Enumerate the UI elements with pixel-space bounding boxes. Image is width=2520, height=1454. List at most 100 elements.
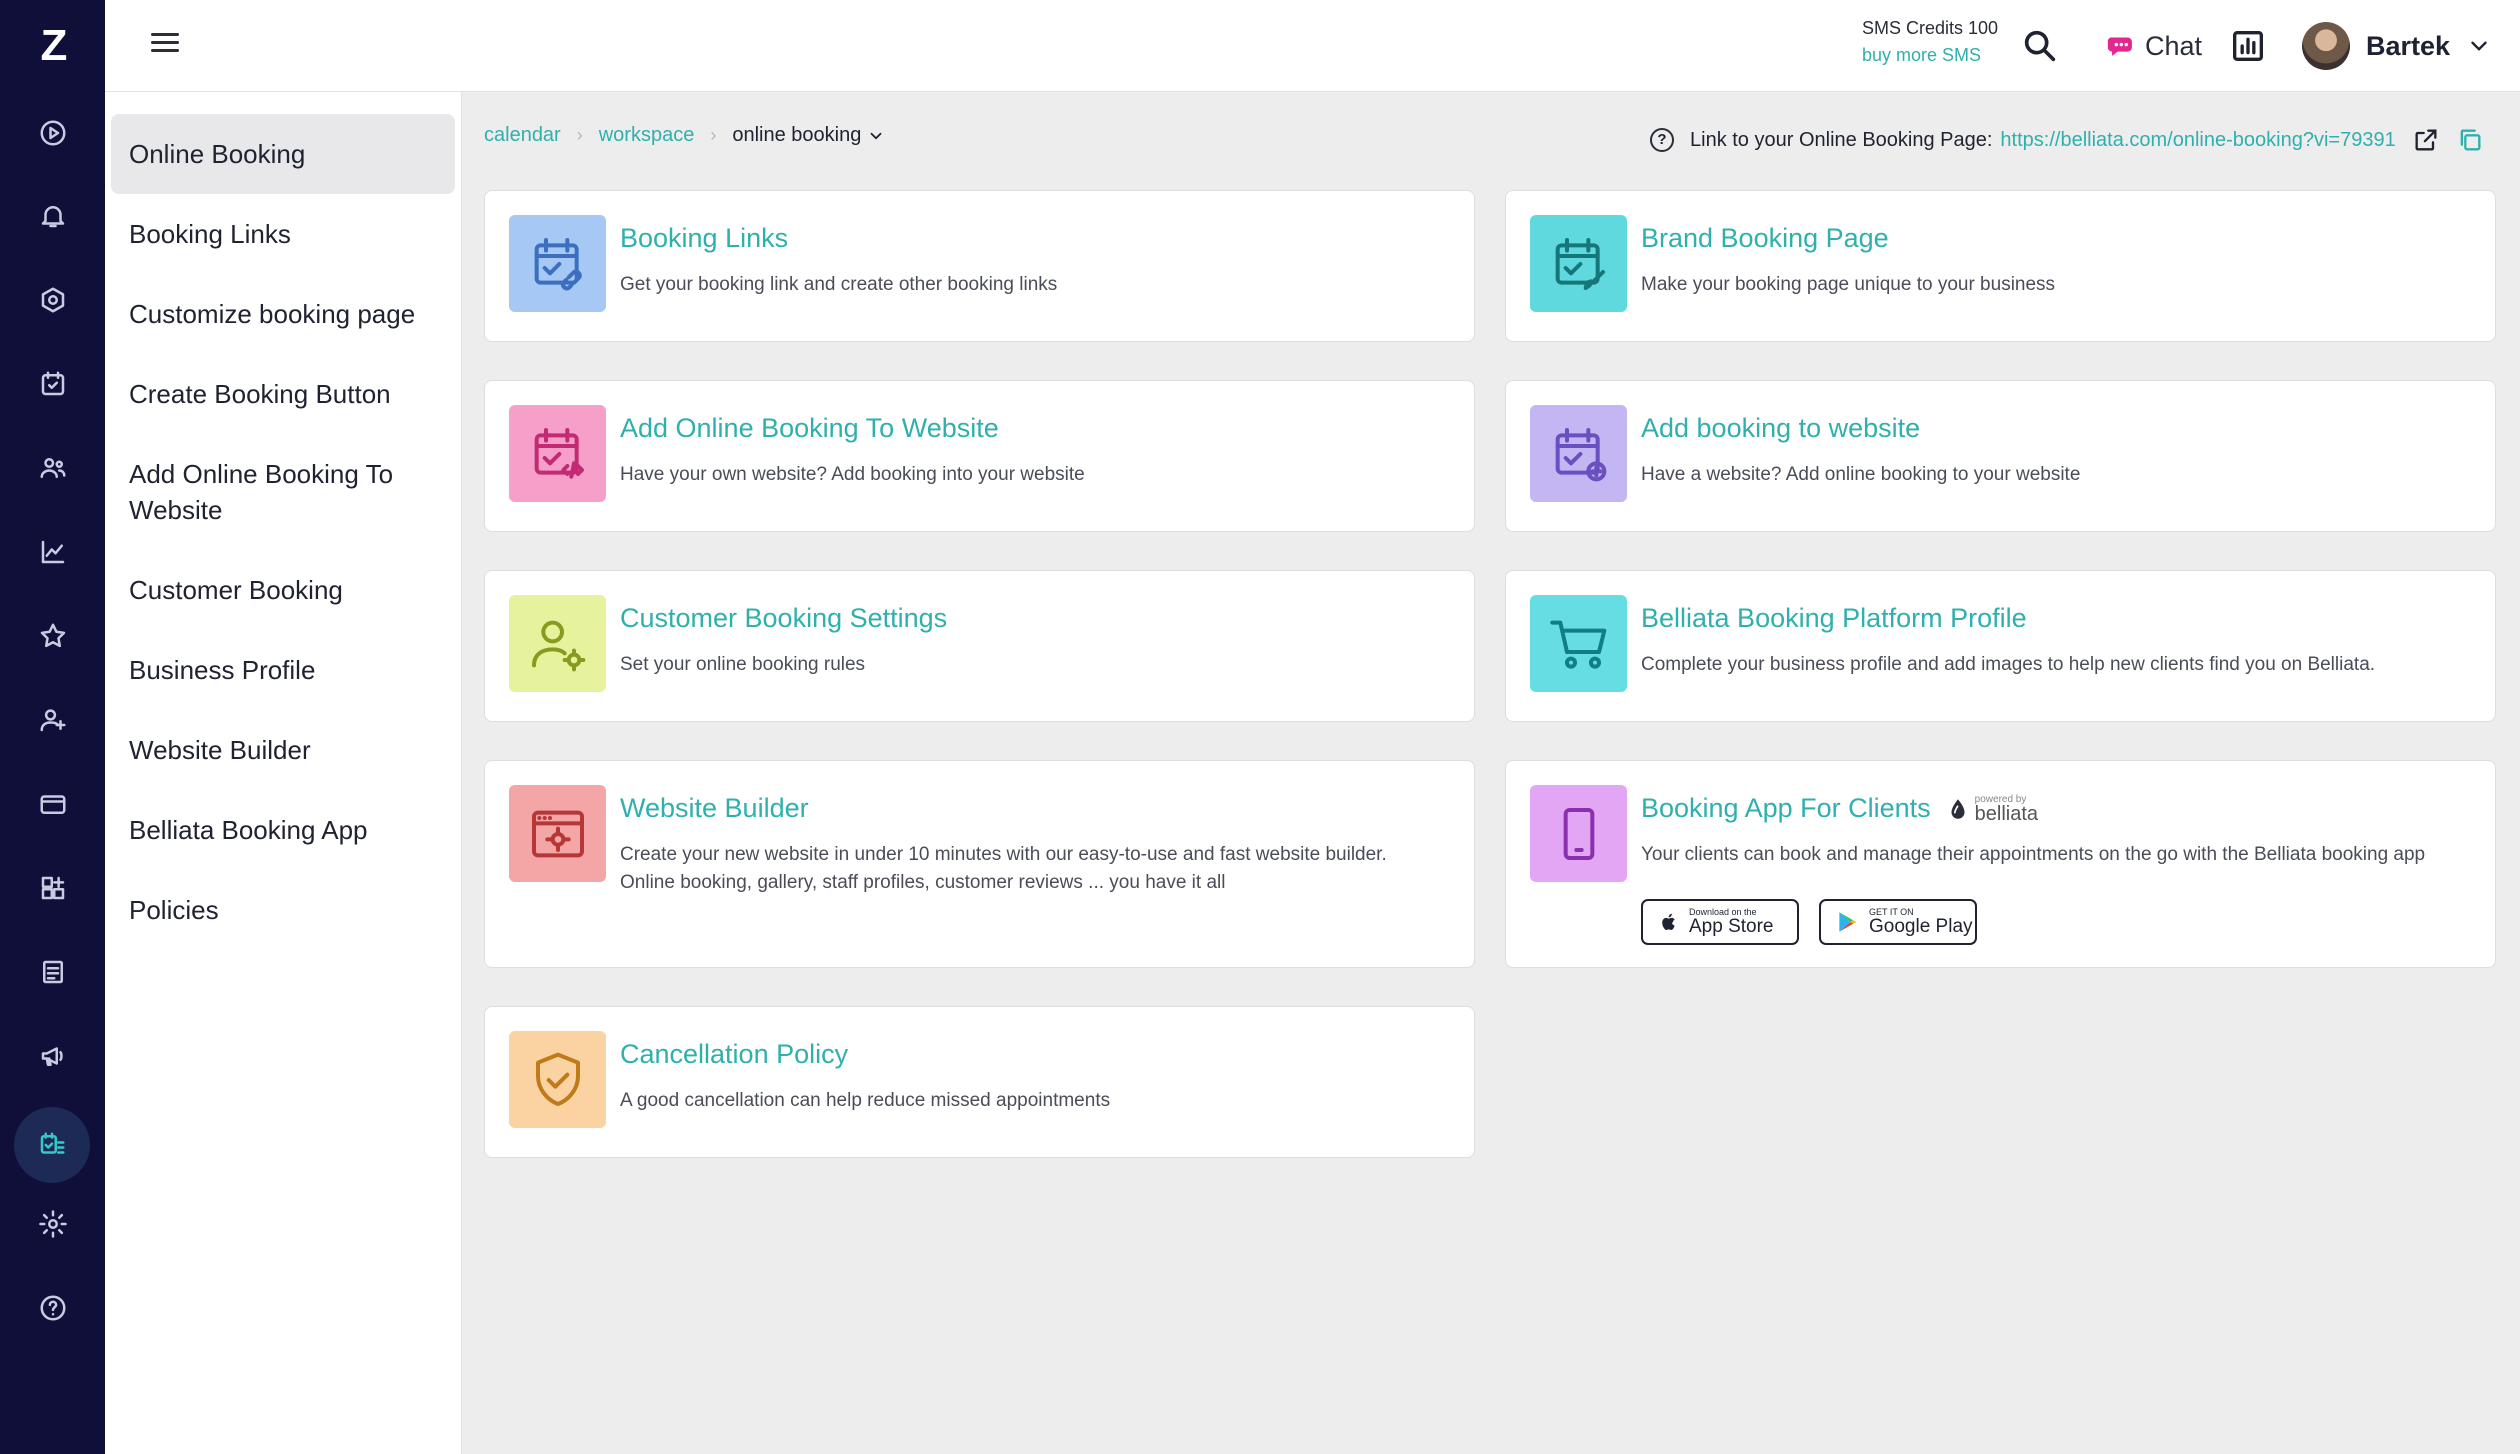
user-name: Bartek bbox=[2366, 30, 2451, 61]
chevron-down-icon bbox=[870, 132, 882, 140]
icon-rail: Z bbox=[0, 0, 105, 1454]
report-icon[interactable] bbox=[2228, 26, 2268, 66]
megaphone-icon[interactable] bbox=[30, 1033, 76, 1079]
submenu-item-business-profile[interactable]: Business Profile bbox=[111, 630, 455, 710]
submenu-item-booking-links[interactable]: Booking Links bbox=[111, 194, 455, 274]
settings-icon[interactable] bbox=[30, 1201, 76, 1247]
card-booking-app-for-clients[interactable]: Booking App For Clients powered by belli… bbox=[1505, 760, 2496, 968]
card-customer-booking-settings[interactable]: Customer Booking Settings Set your onlin… bbox=[484, 570, 1475, 722]
sms-credits-label: SMS Credits 100 bbox=[1862, 18, 1999, 38]
calendar-link-icon bbox=[509, 215, 606, 312]
belliata-logo-icon bbox=[1951, 798, 1965, 819]
submenu-item-policies[interactable]: Policies bbox=[111, 870, 455, 950]
submenu-item-customize-booking-page[interactable]: Customize booking page bbox=[111, 274, 455, 354]
google-play-icon bbox=[1839, 912, 1857, 932]
star-icon[interactable] bbox=[30, 613, 76, 659]
user-gear-icon bbox=[509, 595, 606, 692]
card-title: Add booking to website bbox=[1641, 413, 1921, 443]
card-title: Customer Booking Settings bbox=[620, 603, 948, 633]
chat-bubble-icon bbox=[2107, 37, 2132, 56]
card-icon[interactable] bbox=[30, 781, 76, 827]
card-description: Create your new website in under 10 minu… bbox=[620, 844, 1387, 893]
card-description: Have your own website? Add booking into … bbox=[620, 464, 1085, 485]
booking-page-url[interactable]: https://belliata.com/online-booking?vi=7… bbox=[2000, 129, 2395, 152]
bell-icon[interactable] bbox=[30, 193, 76, 239]
hamburger-menu-icon[interactable] bbox=[151, 28, 187, 62]
gauge-icon[interactable] bbox=[30, 277, 76, 323]
card-title: Belliata Booking Platform Profile bbox=[1641, 603, 2027, 633]
card-description: Make your booking page unique to your bu… bbox=[1641, 274, 2056, 295]
card-description: Complete your business profile and add i… bbox=[1641, 654, 2376, 675]
staff-icon[interactable] bbox=[30, 697, 76, 743]
google-play-label: Google Play bbox=[1869, 916, 1973, 937]
card-website-builder[interactable]: Website Builder Create your new website … bbox=[484, 760, 1475, 968]
buy-sms-link[interactable]: buy more SMS bbox=[1862, 45, 1998, 66]
card-description: Have a website? Add online booking to yo… bbox=[1641, 464, 2081, 485]
submenu-item-belliata-booking-app[interactable]: Belliata Booking App bbox=[111, 790, 455, 870]
chevron-down-icon bbox=[2471, 41, 2487, 51]
help-circle-icon[interactable]: ? bbox=[1650, 128, 1674, 152]
online-booking-submenu: Online Booking Booking Links Customize b… bbox=[105, 92, 462, 1454]
card-cancellation-policy[interactable]: Cancellation Policy A good cancellation … bbox=[484, 1006, 1475, 1158]
breadcrumb-calendar[interactable]: calendar bbox=[484, 124, 561, 147]
google-play-badge[interactable]: GET IT ON Google Play bbox=[1819, 899, 1977, 945]
booking-link-label: Link to your Online Booking Page: bbox=[1690, 128, 1993, 151]
submenu-item-website-builder[interactable]: Website Builder bbox=[111, 710, 455, 790]
card-title: Booking Links bbox=[620, 223, 789, 253]
shield-check-icon bbox=[509, 1031, 606, 1128]
breadcrumb-current: online booking bbox=[732, 124, 862, 146]
chat-label: Chat bbox=[2145, 30, 2203, 61]
card-brand-booking-page[interactable]: Brand Booking Page Make your booking pag… bbox=[1505, 190, 2496, 342]
sms-credits: SMS Credits 100 buy more SMS bbox=[1862, 18, 1998, 66]
card-add-booking-to-website[interactable]: Add booking to website Have a website? A… bbox=[1505, 380, 2496, 532]
copy-icon[interactable] bbox=[2456, 126, 2484, 154]
card-description: Set your online booking rules bbox=[620, 654, 866, 675]
brand-name: belliata bbox=[1974, 802, 2039, 825]
browser-gear-icon bbox=[509, 785, 606, 882]
app-store-badge[interactable]: Download on the App Store bbox=[1641, 899, 1799, 945]
card-description: Get your booking link and create other b… bbox=[620, 274, 1058, 295]
chart-icon[interactable] bbox=[30, 529, 76, 575]
notes-icon[interactable] bbox=[30, 949, 76, 995]
submenu-item-add-online-booking-to-website[interactable]: Add Online Booking To Website bbox=[111, 434, 455, 550]
clients-icon[interactable] bbox=[30, 445, 76, 491]
apps-icon[interactable] bbox=[30, 865, 76, 911]
powered-by-belliata: powered by belliata bbox=[1945, 794, 2039, 825]
external-link-icon[interactable] bbox=[2412, 126, 2440, 154]
card-title-row: Booking App For Clients powered by belli… bbox=[1641, 793, 2038, 824]
card-title: Booking App For Clients bbox=[1641, 793, 1931, 823]
booking-page-link-bar: ? Link to your Online Booking Page: http… bbox=[1650, 122, 2520, 158]
calendar-plus-icon bbox=[1530, 405, 1627, 502]
booking-icon[interactable] bbox=[14, 1107, 90, 1183]
app-store-label: App Store bbox=[1689, 916, 1774, 937]
top-bar: SMS Credits 100 buy more SMS Chat Bartek bbox=[105, 0, 2520, 92]
play-icon[interactable] bbox=[30, 110, 76, 156]
user-menu[interactable]: Bartek bbox=[2302, 20, 2492, 72]
phone-icon bbox=[1530, 785, 1627, 882]
cart-icon bbox=[1530, 595, 1627, 692]
breadcrumb-separator-icon: › bbox=[576, 125, 583, 145]
app-store-badges: Download on the App Store GET IT ON Goog… bbox=[1641, 899, 1977, 945]
card-description: Your clients can book and manage their a… bbox=[1641, 844, 2426, 865]
breadcrumb-current-dropdown[interactable]: online booking bbox=[732, 124, 885, 147]
card-add-online-booking-to-website[interactable]: Add Online Booking To Website Have your … bbox=[484, 380, 1475, 532]
calendar-brush-icon bbox=[1530, 215, 1627, 312]
submenu-item-create-booking-button[interactable]: Create Booking Button bbox=[111, 354, 455, 434]
breadcrumb: calendar › workspace › online booking bbox=[484, 124, 885, 147]
apple-icon bbox=[1662, 913, 1675, 930]
submenu-item-online-booking[interactable]: Online Booking bbox=[111, 114, 455, 194]
search-icon[interactable] bbox=[2020, 26, 2060, 66]
breadcrumb-workspace[interactable]: workspace bbox=[599, 124, 695, 147]
help-icon[interactable] bbox=[30, 1285, 76, 1331]
avatar bbox=[2302, 22, 2350, 70]
calendar-icon[interactable] bbox=[30, 361, 76, 407]
breadcrumb-separator-icon: › bbox=[710, 125, 717, 145]
card-booking-links[interactable]: Booking Links Get your booking link and … bbox=[484, 190, 1475, 342]
card-title: Cancellation Policy bbox=[620, 1039, 849, 1069]
card-description: A good cancellation can help reduce miss… bbox=[620, 1090, 1111, 1111]
chat-button[interactable]: Chat bbox=[2105, 26, 2202, 66]
logo[interactable]: Z bbox=[34, 24, 74, 68]
submenu-item-customer-booking[interactable]: Customer Booking bbox=[111, 550, 455, 630]
card-belliata-booking-platform-profile[interactable]: Belliata Booking Platform Profile Comple… bbox=[1505, 570, 2496, 722]
card-title: Add Online Booking To Website bbox=[620, 413, 999, 443]
